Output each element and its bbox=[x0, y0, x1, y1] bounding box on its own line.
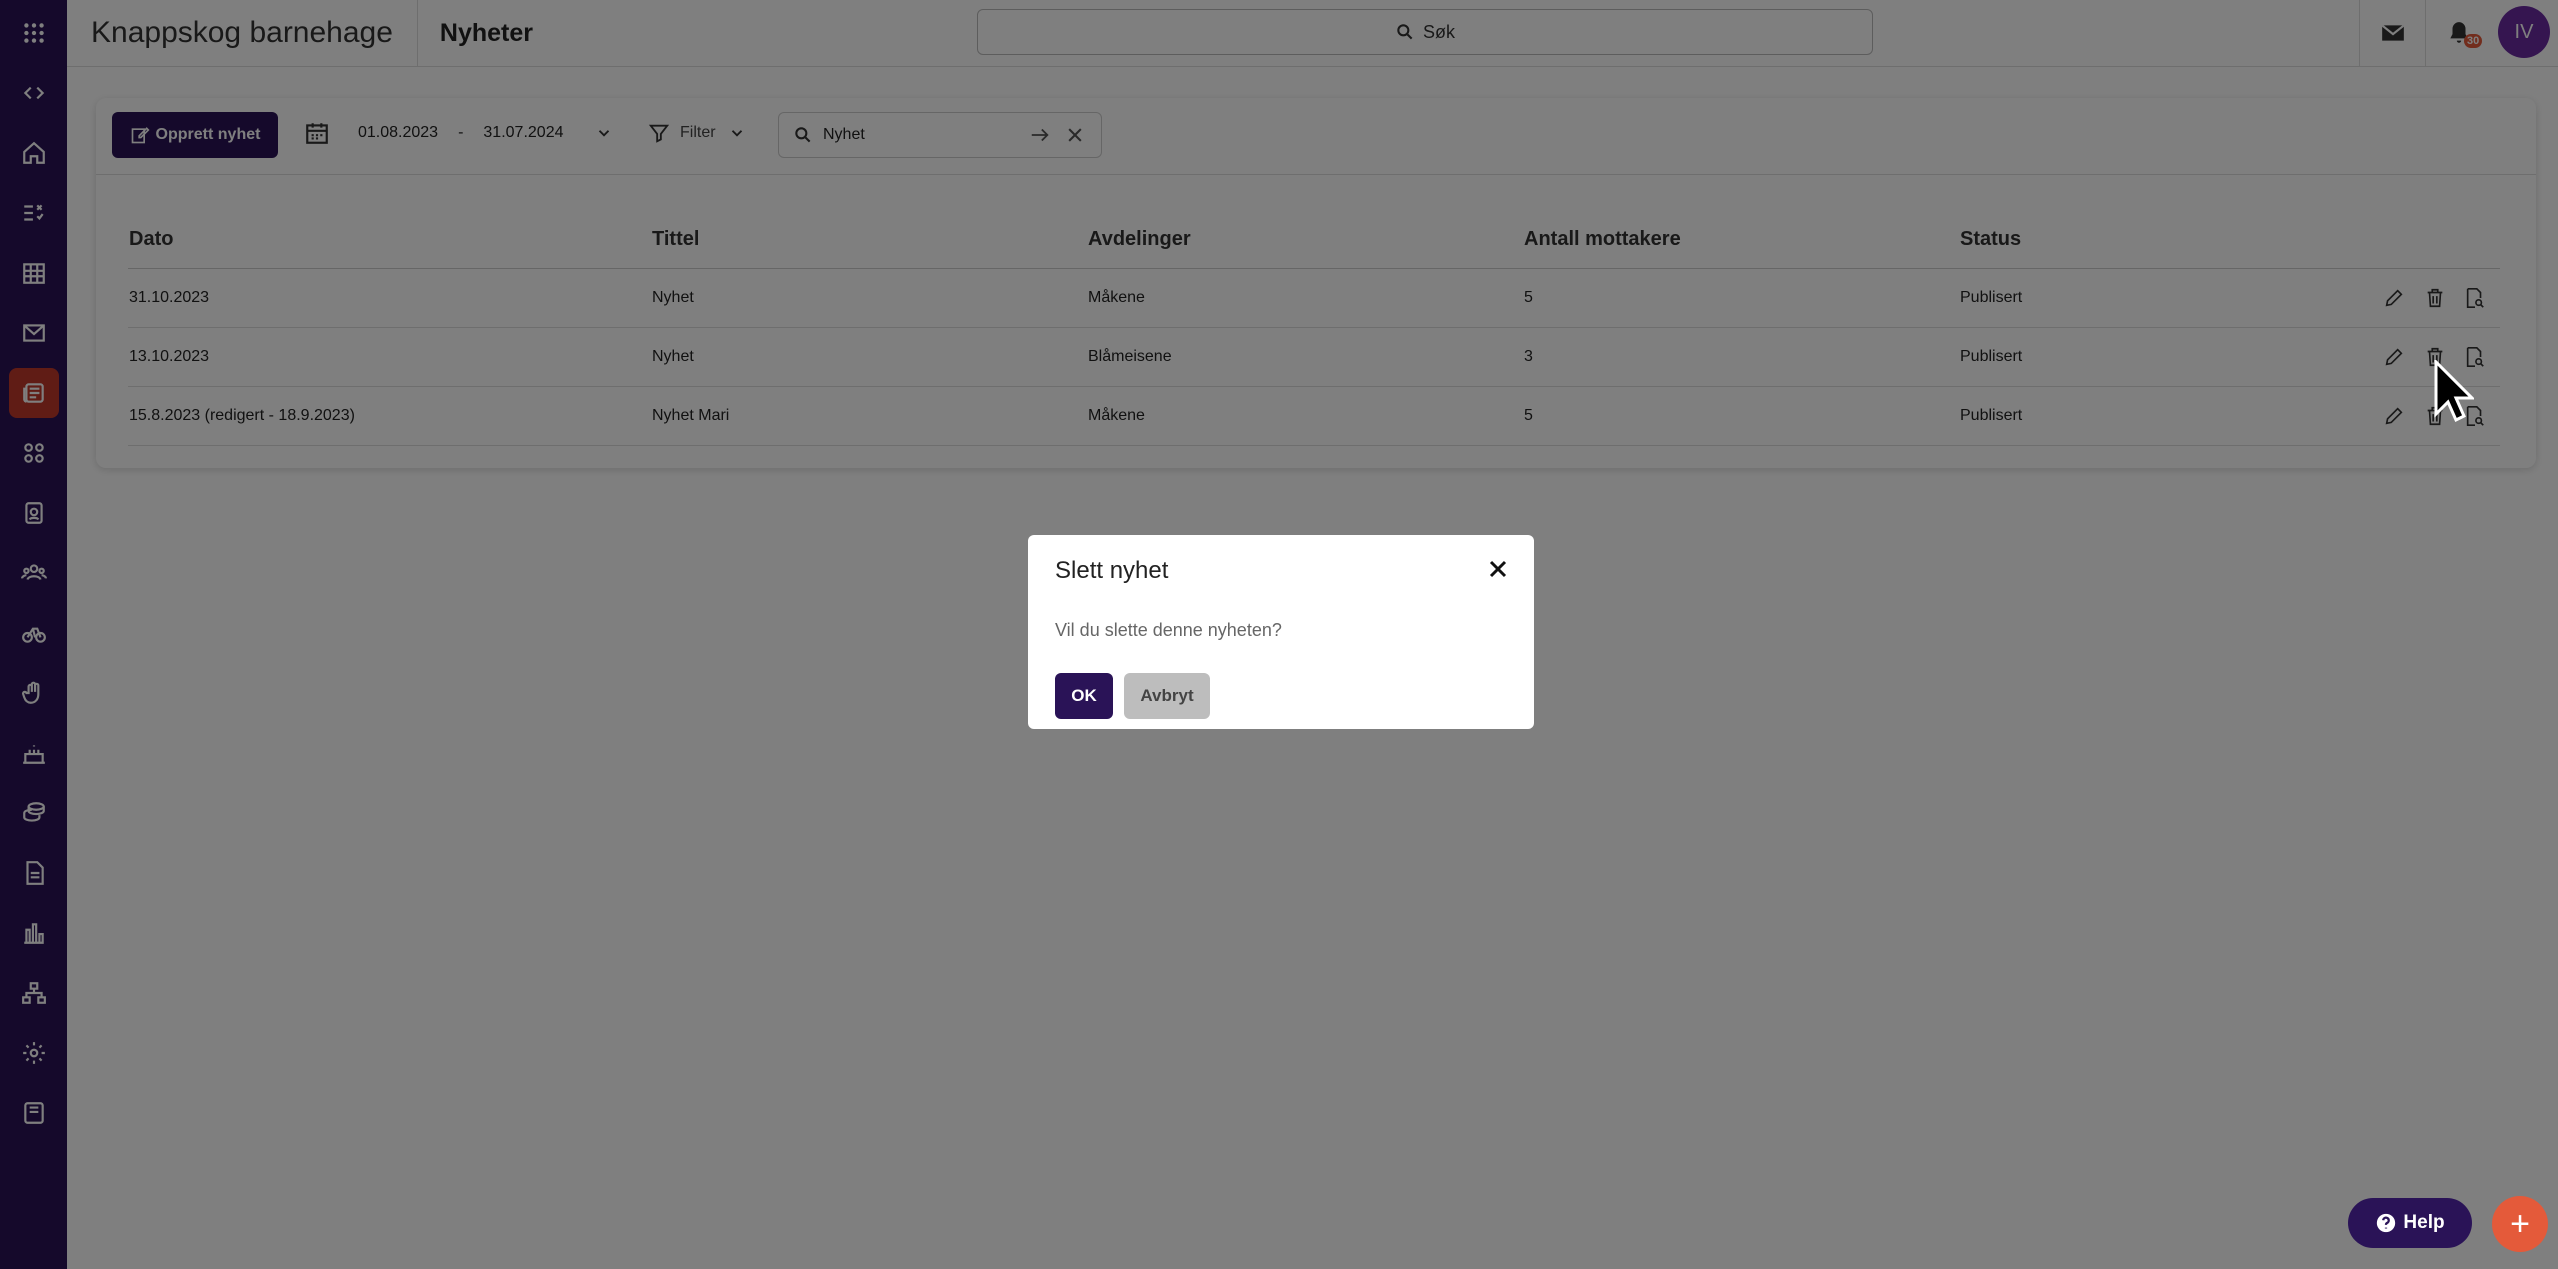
ok-button[interactable]: OK bbox=[1055, 673, 1113, 719]
help-button[interactable]: Help bbox=[2348, 1198, 2472, 1248]
add-button[interactable]: + bbox=[2492, 1196, 2548, 1252]
close-icon[interactable] bbox=[1486, 557, 1510, 581]
delete-news-dialog: Slett nyhet Vil du slette denne nyheten?… bbox=[1028, 535, 1534, 729]
dialog-title: Slett nyhet bbox=[1055, 557, 1169, 584]
cancel-button[interactable]: Avbryt bbox=[1124, 673, 1210, 719]
help-label: Help bbox=[2403, 1212, 2445, 1233]
dialog-message: Vil du slette denne nyheten? bbox=[1055, 620, 1282, 640]
question-icon bbox=[2377, 1213, 2396, 1233]
mouse-cursor-icon bbox=[2434, 360, 2474, 423]
